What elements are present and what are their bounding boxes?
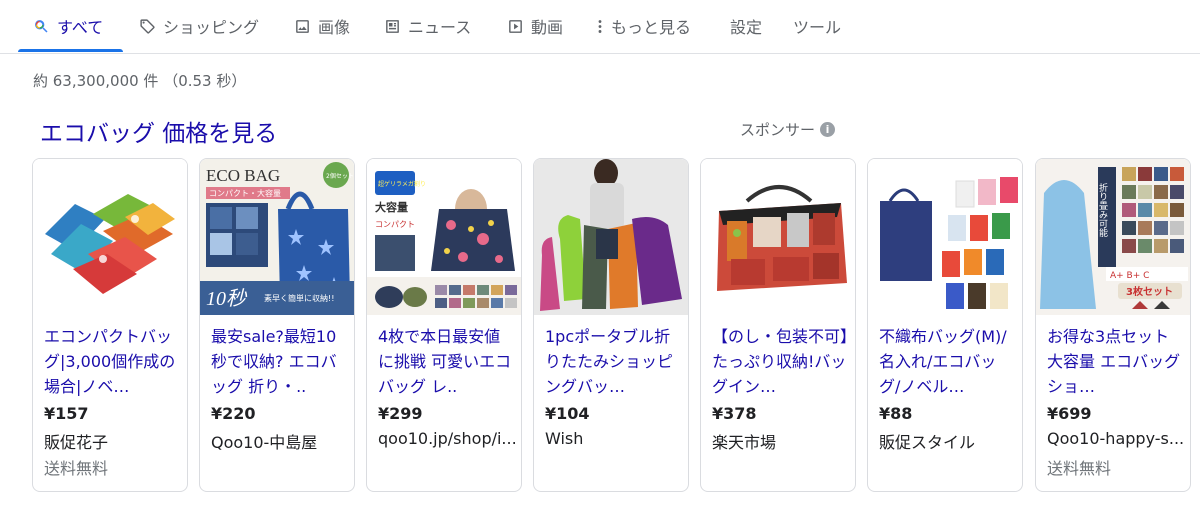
img-text-note: 素早く簡単に収納!!: [264, 293, 334, 303]
product-card[interactable]: 【のし・包装不可】たっぷり収納!バッグイン… ¥378 楽天市場: [700, 158, 856, 492]
active-tab-indicator: [18, 49, 123, 52]
tab-videos[interactable]: 動画: [507, 12, 563, 40]
product-store: qoo10.jp/shop/i...: [378, 429, 516, 448]
product-store: 販促花子: [44, 433, 109, 452]
tab-tools[interactable]: ツール: [793, 12, 841, 40]
product-title[interactable]: 【のし・包装不可】たっぷり収納!バッグイン…: [712, 324, 850, 399]
product-card[interactable]: ECO BAG コンパクト・大容量 2個セット 10秒 素早く簡単に収納!! 最…: [199, 158, 355, 492]
product-price: ¥104: [545, 404, 590, 423]
product-image-folded-eco-bags: [33, 159, 187, 315]
product-card[interactable]: 不織布バッグ(M)/名入れ/エコバッグ/ノベル… ¥88 販促スタイル: [867, 158, 1023, 492]
product-shipping: 送料無料: [1047, 459, 1112, 478]
img-text-compact: コンパクト: [375, 220, 415, 229]
tab-images[interactable]: 画像: [294, 12, 350, 40]
tab-news-label: ニュース: [408, 18, 472, 37]
product-card[interactable]: 超ゲリラメガ割り 大容量 コンパクト 4枚で本日最安値に挑戦 可愛いエコバッグ …: [366, 158, 522, 492]
product-title[interactable]: 最安sale?最短10秒で収納? エコバッグ 折り・..: [211, 324, 349, 399]
tab-settings[interactable]: 設定: [730, 12, 762, 40]
product-image-star-eco-bag: ECO BAG コンパクト・大容量 2個セット 10秒 素早く簡単に収納!!: [200, 159, 354, 315]
product-price: ¥220: [211, 404, 256, 423]
search-tabs-bar: すべて ショッピング 画像 ニュース 動画 もっと見る 設定 ツール: [0, 0, 1200, 54]
product-image-floral-eco-bag: 超ゲリラメガ割り 大容量 コンパクト: [367, 159, 521, 315]
product-card[interactable]: 1pcポータブル折りたたみショッピングバッ… ¥104 Wish: [533, 158, 689, 492]
product-title[interactable]: 不織布バッグ(M)/名入れ/エコバッグ/ノベル…: [879, 324, 1017, 399]
tab-all[interactable]: すべて: [33, 12, 103, 40]
product-store: Qoo10-happy-s...: [1047, 429, 1185, 448]
img-text-vertical: 折り畳み可能: [1097, 182, 1108, 238]
product-price: ¥157: [44, 404, 89, 423]
img-text-badge: 2個セット: [326, 172, 354, 180]
product-store: 販促スタイル: [879, 433, 976, 452]
product-title[interactable]: エコンパクトバッグ|3,000個作成の場合|ノベ…: [44, 324, 182, 399]
img-text-types: A+ B+ C: [1110, 271, 1149, 281]
info-icon[interactable]: i: [820, 122, 836, 137]
product-card[interactable]: 折り畳み可能 A+ B+ C 3枚セット お得な3点セット 大容量 エコバッグ …: [1035, 158, 1191, 492]
product-shipping: 送料無料: [44, 459, 109, 478]
tab-shopping[interactable]: ショッピング: [139, 12, 259, 40]
product-title[interactable]: 4枚で本日最安値に挑戦 可愛いエコバッグ レ..: [378, 324, 516, 399]
img-text-sub: コンパクト・大容量: [209, 188, 281, 198]
product-store: 楽天市場: [712, 433, 777, 452]
product-price: ¥88: [879, 404, 913, 423]
product-image-woman-holding-bags: [534, 159, 688, 315]
tab-videos-label: 動画: [531, 18, 564, 37]
product-title[interactable]: お得な3点セット 大容量 エコバッグ ショ…: [1047, 324, 1185, 399]
more-vert-icon: [596, 18, 604, 35]
tab-images-label: 画像: [318, 18, 351, 37]
tag-icon: [139, 18, 156, 35]
tab-more-label: もっと見る: [611, 18, 692, 37]
img-text-brand: ECO BAG: [206, 166, 280, 185]
tab-news[interactable]: ニュース: [384, 12, 471, 40]
tab-settings-label: 設定: [730, 18, 763, 37]
tab-shopping-label: ショッピング: [163, 18, 260, 37]
search-icon: [33, 18, 50, 35]
video-icon: [507, 18, 524, 35]
img-text-badge: 超ゲリラメガ割り: [378, 180, 426, 188]
img-text-set: 3枚セット: [1126, 285, 1173, 298]
product-price: ¥299: [378, 404, 423, 423]
img-text-seconds: 10秒: [206, 288, 248, 310]
shopping-heading[interactable]: エコバッグ 価格を見る: [40, 114, 277, 148]
product-store: Wish: [545, 429, 584, 448]
tab-tools-label: ツール: [793, 18, 842, 37]
product-image-non-woven-totes: [868, 159, 1022, 315]
product-card[interactable]: エコンパクトバッグ|3,000個作成の場合|ノベ… ¥157 販促花子 送料無料: [32, 158, 188, 492]
product-image-bag-organizer: [701, 159, 855, 315]
tab-all-label: すべて: [57, 18, 104, 37]
product-image-three-piece-set: 折り畳み可能 A+ B+ C 3枚セット: [1036, 159, 1190, 315]
product-price: ¥378: [712, 404, 757, 423]
product-store: Qoo10-中島屋: [211, 433, 318, 452]
sponsored-text: スポンサー: [740, 121, 816, 139]
news-icon: [384, 18, 401, 35]
product-title[interactable]: 1pcポータブル折りたたみショッピングバッ…: [545, 324, 683, 399]
sponsored-label[interactable]: スポンサー i: [740, 119, 836, 140]
image-icon: [294, 18, 311, 35]
result-stats: 約 63,300,000 件 （0.53 秒）: [33, 72, 247, 90]
tab-more[interactable]: もっと見る: [596, 12, 691, 40]
img-text-big: 大容量: [375, 200, 408, 214]
product-price: ¥699: [1047, 404, 1092, 423]
